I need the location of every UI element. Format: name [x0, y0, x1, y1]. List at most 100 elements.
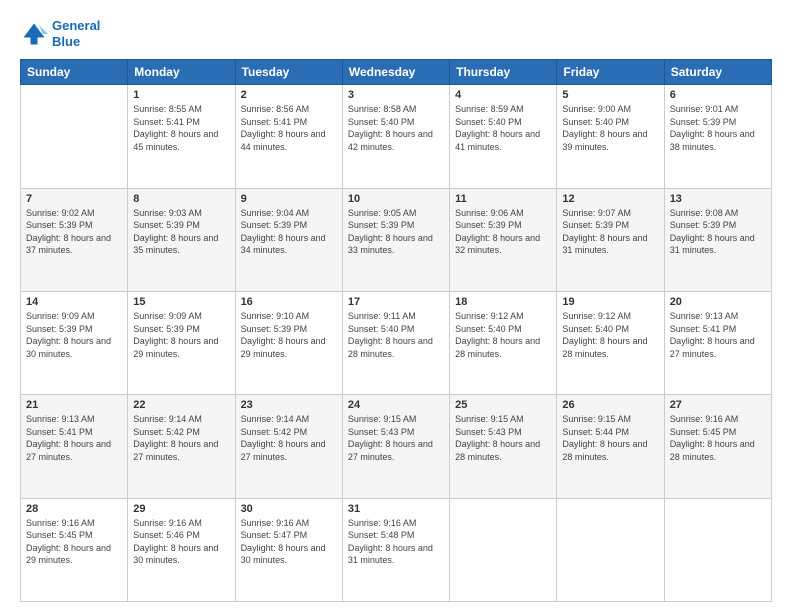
calendar-week-row: 28 Sunrise: 9:16 AMSunset: 5:45 PMDayligh…	[21, 498, 772, 601]
calendar-cell: 25Sunrise: 9:15 AMSunset: 5:43 PMDayligh…	[450, 395, 557, 498]
calendar-header-friday: Friday	[557, 60, 664, 85]
calendar-cell	[21, 85, 128, 188]
day-number: 2	[241, 89, 337, 101]
day-info: Sunrise: 8:58 AMSunset: 5:40 PMDaylight:…	[348, 103, 444, 153]
day-info: Sunrise: 9:07 AMSunset: 5:39 PMDaylight:…	[562, 207, 658, 257]
calendar-cell	[450, 498, 557, 601]
day-number: 23	[241, 399, 337, 411]
day-number: 7	[26, 193, 122, 205]
day-number: 13	[670, 193, 766, 205]
calendar-header-thursday: Thursday	[450, 60, 557, 85]
day-info: Sunrise: 9:16 AMSunset: 5:45 PMDaylight:…	[670, 413, 766, 463]
day-info: Sunrise: 9:13 AMSunset: 5:41 PMDaylight:…	[670, 310, 766, 360]
day-number: 8	[133, 193, 229, 205]
day-info: Sunrise: 9:15 AMSunset: 5:43 PMDaylight:…	[455, 413, 551, 463]
calendar-cell: 27 Sunrise: 9:16 AMSunset: 5:45 PMDayligh…	[664, 395, 771, 498]
day-info: Sunrise: 9:16 AMSunset: 5:46 PMDaylight:…	[133, 517, 229, 567]
day-info: Sunrise: 9:06 AMSunset: 5:39 PMDaylight:…	[455, 207, 551, 257]
day-number: 19	[562, 296, 658, 308]
day-number: 12	[562, 193, 658, 205]
calendar-cell: 18 Sunrise: 9:12 AMSunset: 5:40 PMDayligh…	[450, 291, 557, 394]
day-number: 26	[562, 399, 658, 411]
calendar-cell: 2 Sunrise: 8:56 AMSunset: 5:41 PMDaylight…	[235, 85, 342, 188]
day-info: Sunrise: 9:00 AMSunset: 5:40 PMDaylight:…	[562, 103, 658, 153]
day-info: Sunrise: 9:16 AMSunset: 5:45 PMDaylight:…	[26, 517, 122, 567]
calendar-week-row: 1 Sunrise: 8:55 AMSunset: 5:41 PMDaylight…	[21, 85, 772, 188]
calendar-cell: 14 Sunrise: 9:09 AMSunset: 5:39 PMDayligh…	[21, 291, 128, 394]
day-number: 15	[133, 296, 229, 308]
page: General Blue SundayMondayTuesdayWednesda…	[0, 0, 792, 612]
calendar-cell: 28 Sunrise: 9:16 AMSunset: 5:45 PMDayligh…	[21, 498, 128, 601]
day-number: 10	[348, 193, 444, 205]
calendar-cell: 13Sunrise: 9:08 AMSunset: 5:39 PMDayligh…	[664, 188, 771, 291]
day-number: 27	[670, 399, 766, 411]
calendar-cell: 4 Sunrise: 8:59 AMSunset: 5:40 PMDaylight…	[450, 85, 557, 188]
calendar-cell: 6 Sunrise: 9:01 AMSunset: 5:39 PMDaylight…	[664, 85, 771, 188]
calendar-header-tuesday: Tuesday	[235, 60, 342, 85]
day-info: Sunrise: 9:01 AMSunset: 5:39 PMDaylight:…	[670, 103, 766, 153]
calendar-week-row: 21 Sunrise: 9:13 AMSunset: 5:41 PMDayligh…	[21, 395, 772, 498]
day-number: 28	[26, 503, 122, 515]
day-info: Sunrise: 9:15 AMSunset: 5:43 PMDaylight:…	[348, 413, 444, 463]
day-number: 16	[241, 296, 337, 308]
day-info: Sunrise: 9:11 AMSunset: 5:40 PMDaylight:…	[348, 310, 444, 360]
calendar-cell: 29Sunrise: 9:16 AMSunset: 5:46 PMDayligh…	[128, 498, 235, 601]
calendar-header-saturday: Saturday	[664, 60, 771, 85]
day-info: Sunrise: 9:05 AMSunset: 5:39 PMDaylight:…	[348, 207, 444, 257]
day-info: Sunrise: 9:04 AMSunset: 5:39 PMDaylight:…	[241, 207, 337, 257]
calendar-cell: 15 Sunrise: 9:09 AMSunset: 5:39 PMDayligh…	[128, 291, 235, 394]
day-info: Sunrise: 9:12 AMSunset: 5:40 PMDaylight:…	[455, 310, 551, 360]
day-info: Sunrise: 8:56 AMSunset: 5:41 PMDaylight:…	[241, 103, 337, 153]
calendar-week-row: 14 Sunrise: 9:09 AMSunset: 5:39 PMDayligh…	[21, 291, 772, 394]
calendar-cell: 31 Sunrise: 9:16 AMSunset: 5:48 PMDayligh…	[342, 498, 449, 601]
day-number: 1	[133, 89, 229, 101]
day-info: Sunrise: 9:09 AMSunset: 5:39 PMDaylight:…	[133, 310, 229, 360]
day-info: Sunrise: 9:16 AMSunset: 5:48 PMDaylight:…	[348, 517, 444, 567]
day-number: 6	[670, 89, 766, 101]
day-info: Sunrise: 9:13 AMSunset: 5:41 PMDaylight:…	[26, 413, 122, 463]
day-info: Sunrise: 9:15 AMSunset: 5:44 PMDaylight:…	[562, 413, 658, 463]
day-number: 31	[348, 503, 444, 515]
day-number: 9	[241, 193, 337, 205]
calendar-cell	[664, 498, 771, 601]
day-info: Sunrise: 9:14 AMSunset: 5:42 PMDaylight:…	[241, 413, 337, 463]
day-number: 11	[455, 193, 551, 205]
calendar-cell: 11 Sunrise: 9:06 AMSunset: 5:39 PMDayligh…	[450, 188, 557, 291]
calendar-cell: 9 Sunrise: 9:04 AMSunset: 5:39 PMDaylight…	[235, 188, 342, 291]
day-info: Sunrise: 9:10 AMSunset: 5:39 PMDaylight:…	[241, 310, 337, 360]
day-info: Sunrise: 9:12 AMSunset: 5:40 PMDaylight:…	[562, 310, 658, 360]
calendar-cell: 1 Sunrise: 8:55 AMSunset: 5:41 PMDaylight…	[128, 85, 235, 188]
day-number: 3	[348, 89, 444, 101]
calendar-cell: 12 Sunrise: 9:07 AMSunset: 5:39 PMDayligh…	[557, 188, 664, 291]
calendar-table: SundayMondayTuesdayWednesdayThursdayFrid…	[20, 59, 772, 602]
day-info: Sunrise: 9:02 AMSunset: 5:39 PMDaylight:…	[26, 207, 122, 257]
calendar-header-monday: Monday	[128, 60, 235, 85]
calendar-cell: 5 Sunrise: 9:00 AMSunset: 5:40 PMDaylight…	[557, 85, 664, 188]
day-number: 4	[455, 89, 551, 101]
day-info: Sunrise: 8:55 AMSunset: 5:41 PMDaylight:…	[133, 103, 229, 153]
day-number: 18	[455, 296, 551, 308]
day-number: 21	[26, 399, 122, 411]
day-number: 14	[26, 296, 122, 308]
calendar-header-wednesday: Wednesday	[342, 60, 449, 85]
day-info: Sunrise: 9:09 AMSunset: 5:39 PMDaylight:…	[26, 310, 122, 360]
header: General Blue	[20, 18, 772, 49]
day-info: Sunrise: 9:16 AMSunset: 5:47 PMDaylight:…	[241, 517, 337, 567]
calendar-cell: 30 Sunrise: 9:16 AMSunset: 5:47 PMDayligh…	[235, 498, 342, 601]
calendar-cell: 23 Sunrise: 9:14 AMSunset: 5:42 PMDayligh…	[235, 395, 342, 498]
calendar-cell: 7 Sunrise: 9:02 AMSunset: 5:39 PMDaylight…	[21, 188, 128, 291]
calendar-cell: 17 Sunrise: 9:11 AMSunset: 5:40 PMDayligh…	[342, 291, 449, 394]
day-number: 5	[562, 89, 658, 101]
day-number: 17	[348, 296, 444, 308]
calendar-cell: 22Sunrise: 9:14 AMSunset: 5:42 PMDayligh…	[128, 395, 235, 498]
calendar-cell: 19 Sunrise: 9:12 AMSunset: 5:40 PMDayligh…	[557, 291, 664, 394]
logo-icon	[20, 20, 48, 48]
day-number: 20	[670, 296, 766, 308]
calendar-cell	[557, 498, 664, 601]
day-number: 30	[241, 503, 337, 515]
calendar-cell: 8Sunrise: 9:03 AMSunset: 5:39 PMDaylight…	[128, 188, 235, 291]
day-info: Sunrise: 8:59 AMSunset: 5:40 PMDaylight:…	[455, 103, 551, 153]
calendar-cell: 20 Sunrise: 9:13 AMSunset: 5:41 PMDayligh…	[664, 291, 771, 394]
logo: General Blue	[20, 18, 100, 49]
calendar-cell: 24Sunrise: 9:15 AMSunset: 5:43 PMDayligh…	[342, 395, 449, 498]
